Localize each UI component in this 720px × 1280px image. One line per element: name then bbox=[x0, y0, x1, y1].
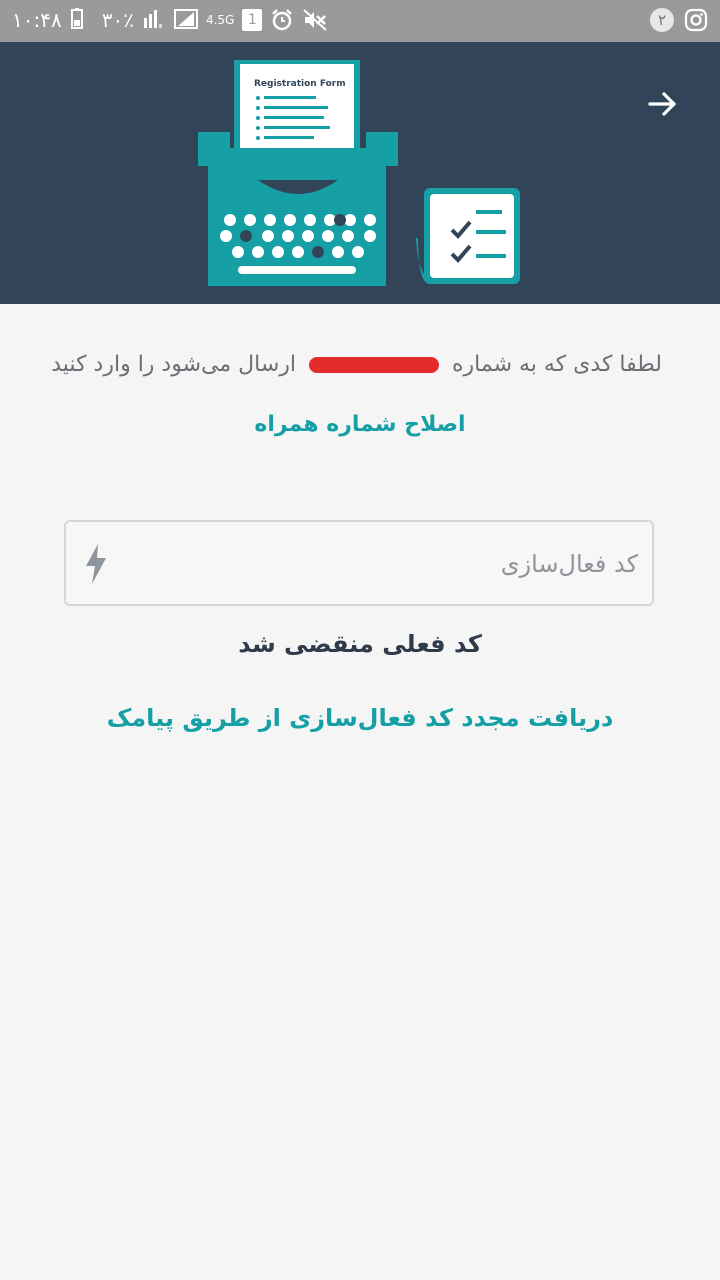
activation-code-field[interactable] bbox=[64, 520, 654, 606]
illustration-title: Registration Form bbox=[254, 79, 346, 89]
network-type: 4.5G bbox=[205, 13, 235, 27]
back-arrow-icon[interactable] bbox=[640, 82, 684, 126]
status-bar: ۱۰:۴۸ ۳۰٪ 4.5G 1 ۲ bbox=[0, 0, 720, 42]
lightning-icon bbox=[84, 544, 108, 584]
status-left: ۱۰:۴۸ ۳۰٪ 4.5G 1 bbox=[12, 8, 328, 32]
instruction-after: ارسال می‌شود را وارد کنید bbox=[51, 352, 296, 377]
activation-code-input[interactable] bbox=[136, 522, 640, 606]
redacted-phone-number bbox=[309, 357, 439, 373]
status-right: ۲ bbox=[650, 8, 708, 32]
sim-icon: 1 bbox=[242, 9, 263, 31]
mute-icon bbox=[302, 8, 328, 32]
notification-badge: ۲ bbox=[650, 8, 674, 32]
signal-icon bbox=[142, 8, 166, 32]
instruction-before: لطفا کدی که به شماره bbox=[452, 352, 662, 377]
alarm-icon bbox=[270, 8, 294, 32]
clock: ۱۰:۴۸ bbox=[12, 8, 62, 32]
battery-percent: ۳۰٪ bbox=[101, 8, 134, 32]
header-banner: Registration Form bbox=[0, 42, 720, 304]
typewriter-illustration: Registration Form bbox=[190, 58, 540, 298]
code-expired-message: کد فعلی منقضی شد bbox=[238, 630, 482, 658]
edit-phone-number-link[interactable]: اصلاح شماره همراه bbox=[0, 412, 720, 437]
instruction-text: لطفا کدی که به شماره ارسال می‌شود را وار… bbox=[40, 352, 662, 377]
resend-code-sms-link[interactable]: دریافت مجدد کد فعال‌سازی از طریق پیامک bbox=[0, 704, 720, 732]
instagram-icon bbox=[684, 8, 708, 32]
verification-content: لطفا کدی که به شماره ارسال می‌شود را وار… bbox=[0, 304, 720, 1280]
battery-icon bbox=[70, 8, 94, 32]
signal-2-icon bbox=[173, 8, 198, 32]
